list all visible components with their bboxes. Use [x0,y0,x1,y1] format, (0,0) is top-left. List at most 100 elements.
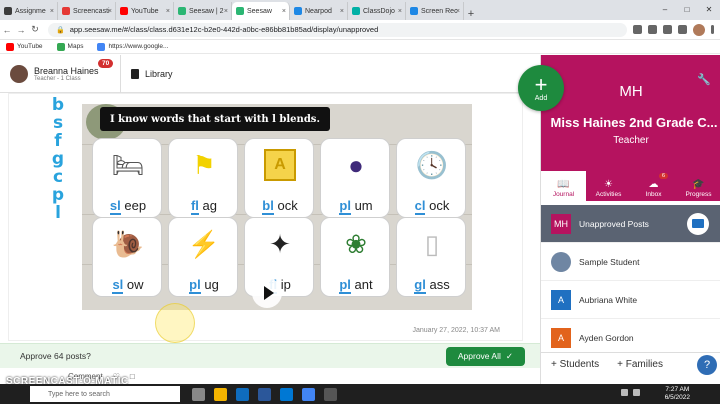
bookmark-item[interactable]: YouTube [6,42,43,51]
class-sidebar: 🔧 MH Miss Haines 2nd Grade C... Teacher … [540,55,720,384]
blend-letters: pl [189,277,201,294]
library-button[interactable]: Library [120,54,173,93]
browser-tab[interactable]: Assignme × [0,2,58,20]
letter-c: c [52,167,64,187]
share-icon[interactable] [633,25,642,34]
tab-close-icon[interactable]: × [398,8,402,15]
play-button[interactable] [252,278,282,308]
tab-close-icon[interactable]: × [108,8,112,15]
letter-f: f [54,131,62,151]
app-icon[interactable] [324,387,337,401]
sidebar-item[interactable]: Sample Student [541,243,720,281]
chat-icon: ☁ [648,179,659,190]
families-button[interactable]: + Families [617,359,663,370]
puzzle-icon[interactable] [678,25,687,34]
avatar: MH [551,213,571,234]
extension-icon[interactable] [663,25,672,34]
tab-journal[interactable]: 📖 Journal [541,171,586,201]
tab-close-icon[interactable]: × [224,8,228,15]
favicon-icon [62,7,70,15]
tab-close-icon[interactable]: × [50,8,54,15]
tab-close-icon[interactable]: × [340,8,344,15]
edge-icon[interactable] [280,387,293,401]
tab-progress[interactable]: 🎓 Progress [676,171,720,201]
bookmark-label: YouTube [17,43,43,50]
clock-icon: 🕓 [415,149,449,180]
word-ending: ug [204,277,219,292]
student-work-image[interactable]: I know words that start with l blends. 🛏… [82,104,472,310]
more-icon[interactable]: □ [130,372,135,381]
chrome-icon[interactable] [302,387,315,401]
close-window-button[interactable]: ✕ [698,0,720,18]
plum-icon: ● [348,149,364,180]
browser-tab[interactable]: YouTube × [116,2,174,20]
class-header: 🔧 MH Miss Haines 2nd Grade C... Teacher [541,55,720,171]
minimize-button[interactable]: – [654,0,676,18]
tab-close-icon[interactable]: × [166,8,170,15]
approve-bar: Approve 64 posts? Approve All ✓ [0,343,540,368]
tab-close-icon[interactable]: × [456,8,460,15]
tab-activities[interactable]: ☀ Activities [586,171,631,201]
profile-avatar[interactable] [693,23,705,36]
browser-tab[interactable]: Screencasti × [58,2,116,20]
word-card: 🛏 sl eep [92,138,162,218]
reload-icon[interactable]: ↻ [28,24,42,35]
new-tab-button[interactable]: + [464,8,478,20]
browser-tab[interactable]: Nearpod × [290,2,348,20]
word-ending: um [354,198,373,213]
folder-icon[interactable] [687,212,709,235]
teacher-name: Breanna Haines [34,65,99,76]
blend-letters: sl [112,277,124,294]
card-word: pl ug [169,277,239,294]
card-word: pl um [321,198,391,215]
tab-inbox[interactable]: ☁ Inbox 6 [631,171,676,201]
menu-icon[interactable] [711,25,714,34]
avatar: A [551,289,571,310]
approve-all-button[interactable]: Approve All ✓ [445,346,525,366]
browser-tab[interactable]: Seesaw × [232,2,290,20]
browser-tab[interactable]: Seesaw | 2 × [174,2,232,20]
letter-s: s [52,113,64,133]
sidebar-item[interactable]: A Aubriana White [541,281,720,319]
bookmarks-bar: YouTube Maps https://www.google... [0,40,720,54]
browser-tab[interactable]: Screen Rec × [406,2,464,20]
word-ending: eep [124,198,147,213]
taskbar-clock[interactable]: 7:27 AM 6/5/2022 [665,386,690,402]
students-button[interactable]: + Students [551,359,599,370]
sleep-icon: 🛏 [111,149,145,180]
seesaw-top-bar: Breanna Haines Teacher - 1 Class 70 Libr… [0,54,540,93]
favicon-icon [352,7,360,15]
tab-label: Seesaw | 2 [189,7,224,15]
maximize-button[interactable]: □ [676,0,698,18]
word-icon[interactable] [258,387,271,401]
url-field[interactable]: 🔒 app.seesaw.me/#/class/class.d631e12c-b… [48,22,627,37]
file-explorer-icon[interactable] [214,387,227,401]
help-button[interactable]: ? [697,355,717,375]
network-icon[interactable] [621,389,628,396]
bookmark-item[interactable]: https://www.google... [97,42,168,51]
sidebar-item[interactable]: MH Unapproved Posts [541,205,720,243]
blend-letters: pl [339,277,351,294]
add-button[interactable]: + Add [518,65,564,111]
class-name[interactable]: Miss Haines 2nd Grade C... [547,115,720,130]
favicon-icon [236,7,244,15]
tab-label: Inbox [645,191,662,198]
mail-icon[interactable] [236,387,249,401]
forward-icon[interactable]: → [14,25,28,35]
tab-close-icon[interactable]: × [282,8,286,15]
star-icon[interactable] [648,25,657,34]
url-text: app.seesaw.me/#/class/class.d631e12c-b2e… [69,25,379,34]
students-label: Students [559,359,600,370]
volume-icon[interactable] [633,389,640,396]
tab-label: Activities [595,191,622,198]
task-view-icon[interactable] [192,387,205,401]
browser-tab-bar: Assignme × Screencasti × YouTube × Seesaw | 2 ×… [0,0,720,20]
taskbar-search[interactable]: Type here to search [30,386,180,402]
clock-date: 6/5/2022 [664,394,690,401]
browser-tab[interactable]: ClassDojo × [348,2,406,20]
teacher-subtitle: Teacher - 1 Class [34,75,81,82]
back-icon[interactable]: ← [0,25,14,35]
teacher-profile[interactable]: Breanna Haines Teacher - 1 Class 70 [0,58,120,83]
word-ending: ow [126,277,144,292]
bookmark-item[interactable]: Maps [56,42,83,51]
